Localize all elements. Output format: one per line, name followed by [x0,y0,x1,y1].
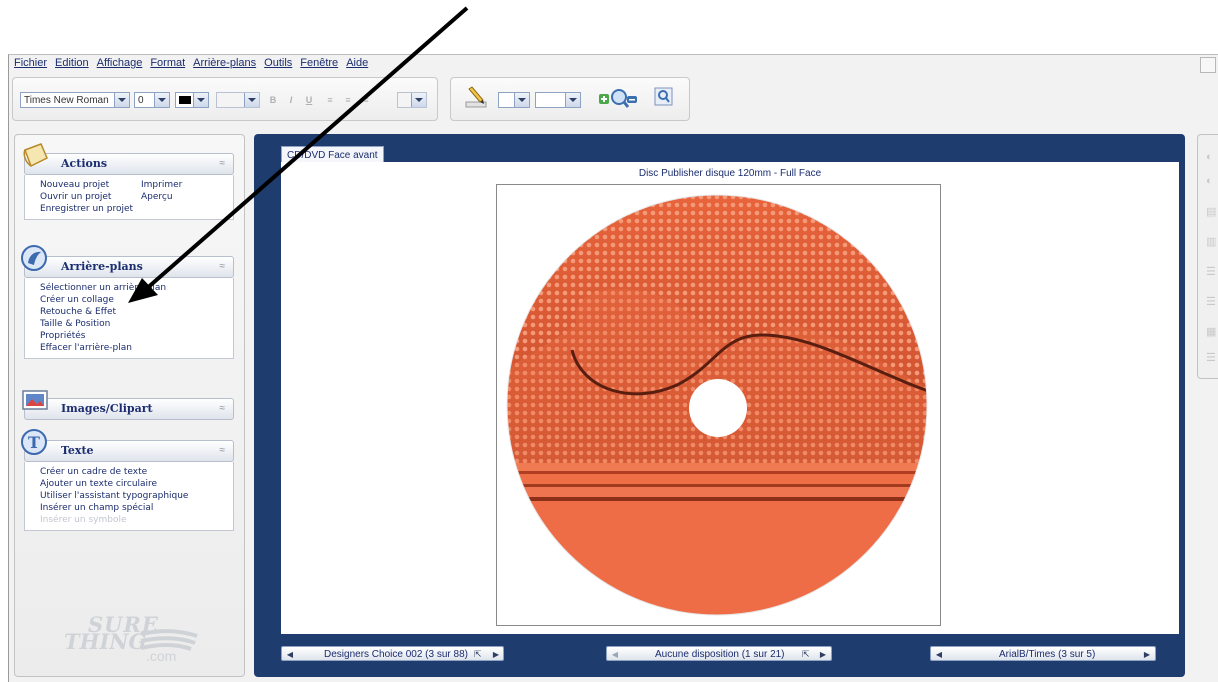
annotation-arrow [128,6,469,303]
